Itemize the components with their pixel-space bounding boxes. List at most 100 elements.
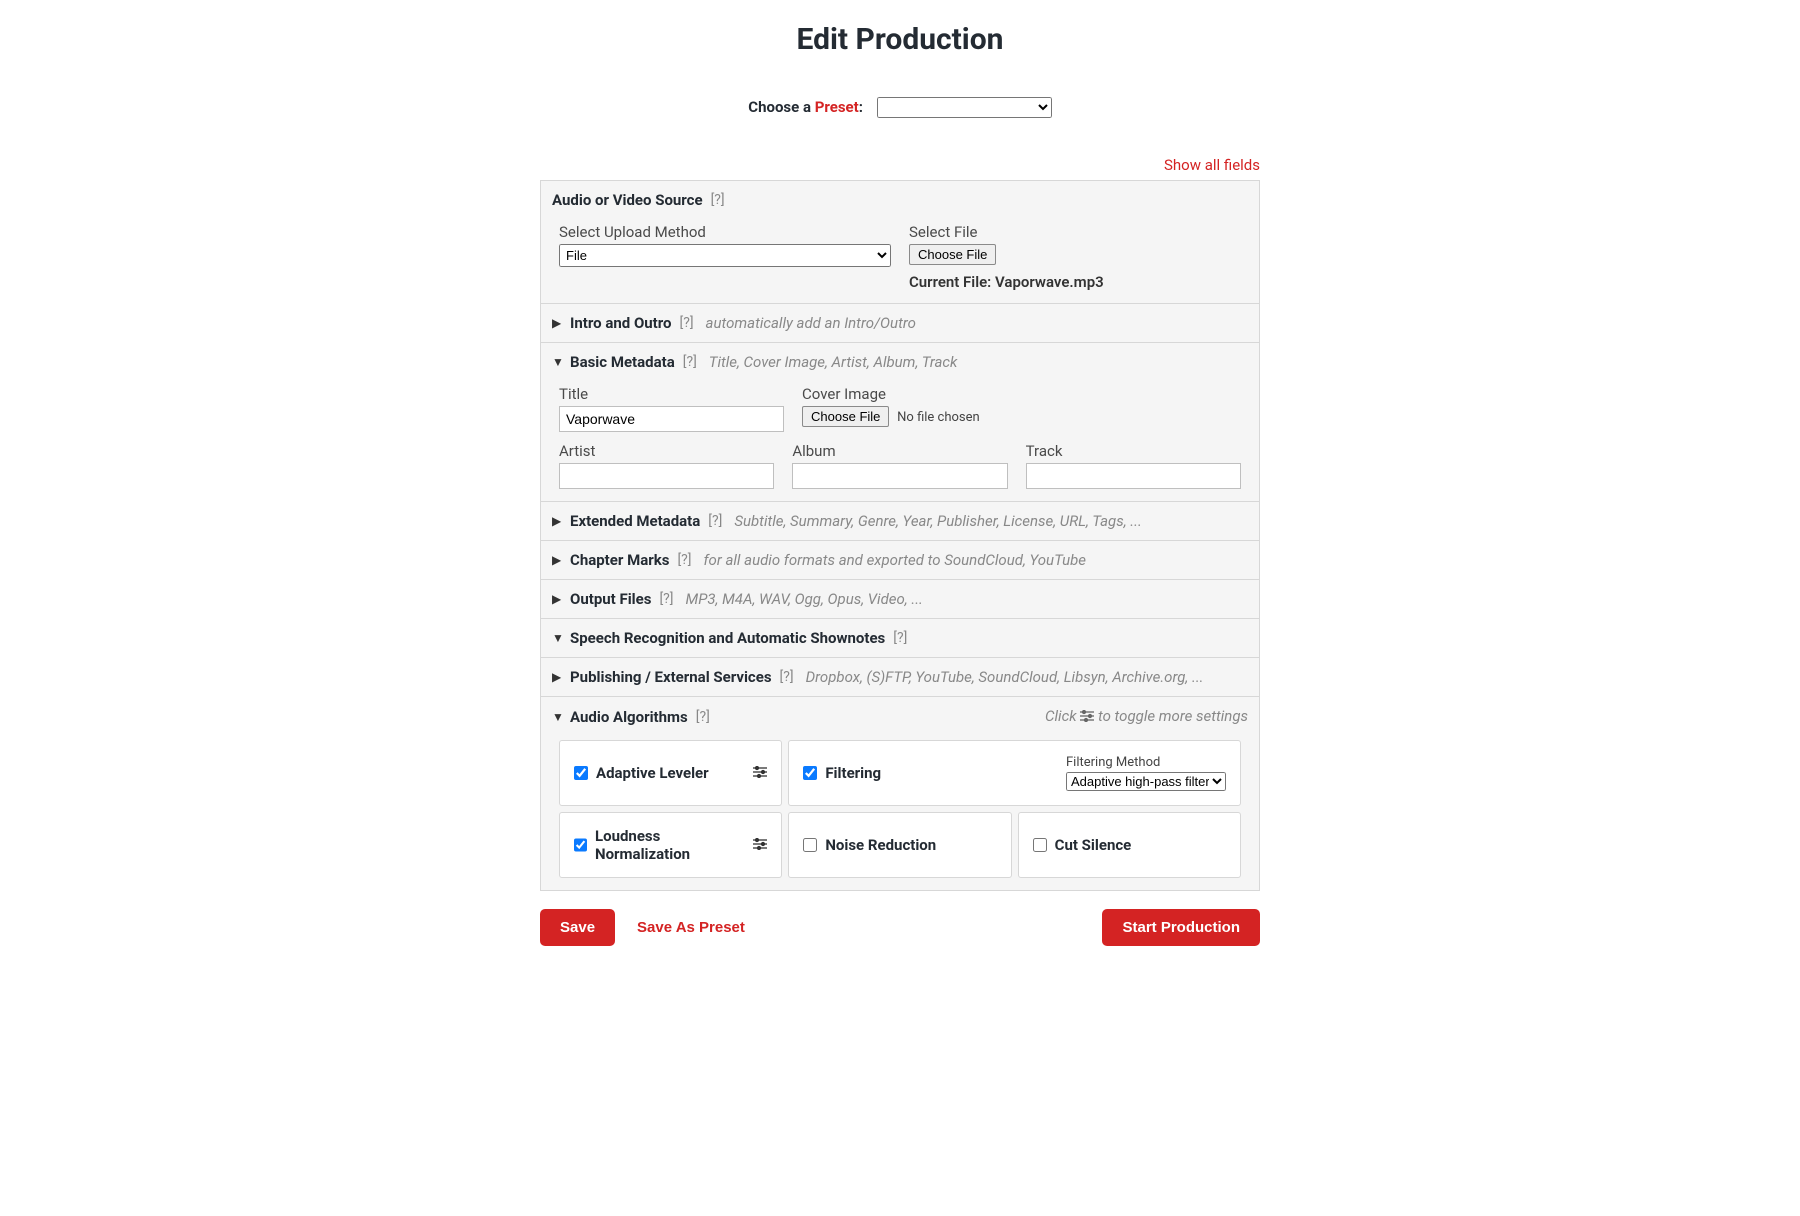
- section-algorithms-help[interactable]: [?]: [696, 709, 710, 725]
- section-extended-title: Extended Metadata: [570, 512, 700, 530]
- algo-cut-silence: Cut Silence: [1018, 812, 1241, 878]
- show-all-fields-link[interactable]: Show all fields: [1164, 156, 1260, 174]
- filtering-checkbox[interactable]: [803, 766, 817, 780]
- section-intro: ▶ Intro and Outro [?] automatically add …: [541, 304, 1259, 343]
- title-input[interactable]: [559, 406, 784, 432]
- section-extended-desc: Subtitle, Summary, Genre, Year, Publishe…: [734, 512, 1141, 530]
- section-output-desc: MP3, M4A, WAV, Ogg, Opus, Video, ...: [686, 590, 923, 608]
- section-publishing-header[interactable]: ▶ Publishing / External Services [?] Dro…: [541, 658, 1259, 696]
- artist-input[interactable]: [559, 463, 774, 489]
- section-basic-help[interactable]: [?]: [683, 354, 697, 370]
- algo-filtering: Filtering Filtering Method Adaptive high…: [788, 740, 1241, 806]
- adaptive-leveler-label: Adaptive Leveler: [596, 764, 709, 782]
- track-label: Track: [1026, 442, 1241, 460]
- section-basic-header[interactable]: ▼ Basic Metadata [?] Title, Cover Image,…: [541, 343, 1259, 381]
- current-file-row: Current File: Vaporwave.mp3: [909, 273, 1241, 291]
- cut-silence-checkbox[interactable]: [1033, 838, 1047, 852]
- save-as-preset-button[interactable]: Save As Preset: [637, 919, 745, 936]
- section-chapters-title: Chapter Marks: [570, 551, 669, 569]
- section-publishing-title: Publishing / External Services: [570, 668, 772, 686]
- album-label: Album: [792, 442, 1007, 460]
- preset-select[interactable]: [877, 97, 1052, 118]
- upload-method-select[interactable]: File: [559, 244, 891, 267]
- sliders-icon[interactable]: [753, 764, 767, 782]
- preset-label-suffix: :: [859, 98, 863, 116]
- filtering-method-select[interactable]: Adaptive high-pass filtering: [1066, 772, 1226, 791]
- expand-icon: ▼: [552, 710, 564, 724]
- current-file-prefix: Current File:: [909, 273, 995, 291]
- section-source-title: Audio or Video Source: [552, 191, 703, 209]
- section-output-title: Output Files: [570, 590, 651, 608]
- section-source-help[interactable]: [?]: [711, 192, 725, 208]
- album-input[interactable]: [792, 463, 1007, 489]
- algo-loudness: Loudness Normalization: [559, 812, 782, 878]
- expand-icon: ▼: [552, 355, 564, 369]
- algorithms-hint: Click to toggle more settings: [1045, 707, 1248, 726]
- section-publishing: ▶ Publishing / External Services [?] Dro…: [541, 658, 1259, 697]
- filtering-label: Filtering: [825, 764, 881, 782]
- cover-no-file: No file chosen: [897, 410, 980, 425]
- section-source-header[interactable]: Audio or Video Source [?]: [541, 181, 1259, 219]
- section-basic-title: Basic Metadata: [570, 353, 675, 371]
- artist-label: Artist: [559, 442, 774, 460]
- choose-file-button[interactable]: Choose File: [909, 244, 996, 265]
- noise-reduction-label: Noise Reduction: [825, 836, 936, 854]
- section-source: Audio or Video Source [?] Select Upload …: [541, 181, 1259, 304]
- preset-row: Choose a Preset:: [540, 97, 1260, 118]
- section-chapters-desc: for all audio formats and exported to So…: [704, 551, 1086, 569]
- cover-choose-file-button[interactable]: Choose File: [802, 406, 889, 427]
- preset-word: Preset: [815, 98, 859, 116]
- adaptive-leveler-checkbox[interactable]: [574, 766, 588, 780]
- collapse-icon: ▶: [552, 592, 564, 606]
- track-input[interactable]: [1026, 463, 1241, 489]
- collapse-icon: ▶: [552, 514, 564, 528]
- section-basic: ▼ Basic Metadata [?] Title, Cover Image,…: [541, 343, 1259, 502]
- loudness-label: Loudness Normalization: [595, 827, 745, 863]
- upload-method-label: Select Upload Method: [559, 223, 891, 241]
- sliders-icon[interactable]: [753, 836, 767, 854]
- section-publishing-help[interactable]: [?]: [780, 669, 794, 685]
- algo-noise-reduction: Noise Reduction: [788, 812, 1011, 878]
- loudness-checkbox[interactable]: [574, 838, 587, 852]
- section-algorithms: ▼ Audio Algorithms [?] Click to toggle m…: [541, 697, 1259, 890]
- collapse-icon: ▶: [552, 553, 564, 567]
- algo-adaptive-leveler: Adaptive Leveler: [559, 740, 782, 806]
- algorithms-hint-suffix: to toggle more settings: [1094, 707, 1248, 725]
- expand-icon: ▼: [552, 631, 564, 645]
- title-label: Title: [559, 385, 784, 403]
- section-extended-help[interactable]: [?]: [708, 513, 722, 529]
- section-output: ▶ Output Files [?] MP3, M4A, WAV, Ogg, O…: [541, 580, 1259, 619]
- section-publishing-desc: Dropbox, (S)FTP, YouTube, SoundCloud, Li…: [806, 668, 1204, 686]
- section-intro-help[interactable]: [?]: [680, 315, 694, 331]
- page-title: Edit Production: [540, 22, 1260, 57]
- section-chapters-header[interactable]: ▶ Chapter Marks [?] for all audio format…: [541, 541, 1259, 579]
- section-algorithms-header[interactable]: ▼ Audio Algorithms [?] Click to toggle m…: [541, 697, 1259, 736]
- section-algorithms-title: Audio Algorithms: [570, 708, 688, 726]
- current-file-name: Vaporwave.mp3: [995, 273, 1104, 291]
- section-speech-header[interactable]: ▼ Speech Recognition and Automatic Shown…: [541, 619, 1259, 657]
- section-output-help[interactable]: [?]: [659, 591, 673, 607]
- cut-silence-label: Cut Silence: [1055, 836, 1132, 854]
- section-basic-desc: Title, Cover Image, Artist, Album, Track: [709, 353, 958, 371]
- section-output-header[interactable]: ▶ Output Files [?] MP3, M4A, WAV, Ogg, O…: [541, 580, 1259, 618]
- section-extended-header[interactable]: ▶ Extended Metadata [?] Subtitle, Summar…: [541, 502, 1259, 540]
- preset-label: Choose a Preset:: [748, 98, 866, 116]
- section-chapters-help[interactable]: [?]: [677, 552, 691, 568]
- section-intro-header[interactable]: ▶ Intro and Outro [?] automatically add …: [541, 304, 1259, 342]
- collapse-icon: ▶: [552, 670, 564, 684]
- show-all-row: Show all fields: [540, 156, 1260, 174]
- section-intro-title: Intro and Outro: [570, 314, 672, 332]
- start-production-button[interactable]: Start Production: [1102, 909, 1260, 946]
- section-speech-title: Speech Recognition and Automatic Shownot…: [570, 629, 885, 647]
- sliders-icon: [1080, 708, 1094, 726]
- algorithms-hint-prefix: Click: [1045, 707, 1080, 725]
- section-intro-desc: automatically add an Intro/Outro: [706, 314, 916, 332]
- section-speech: ▼ Speech Recognition and Automatic Shown…: [541, 619, 1259, 658]
- filtering-method-label: Filtering Method: [1066, 755, 1226, 770]
- preset-label-prefix: Choose a: [748, 98, 814, 116]
- cover-image-label: Cover Image: [802, 385, 1241, 403]
- main-panel: Audio or Video Source [?] Select Upload …: [540, 180, 1260, 891]
- noise-reduction-checkbox[interactable]: [803, 838, 817, 852]
- save-button[interactable]: Save: [540, 909, 615, 946]
- section-speech-help[interactable]: [?]: [893, 630, 907, 646]
